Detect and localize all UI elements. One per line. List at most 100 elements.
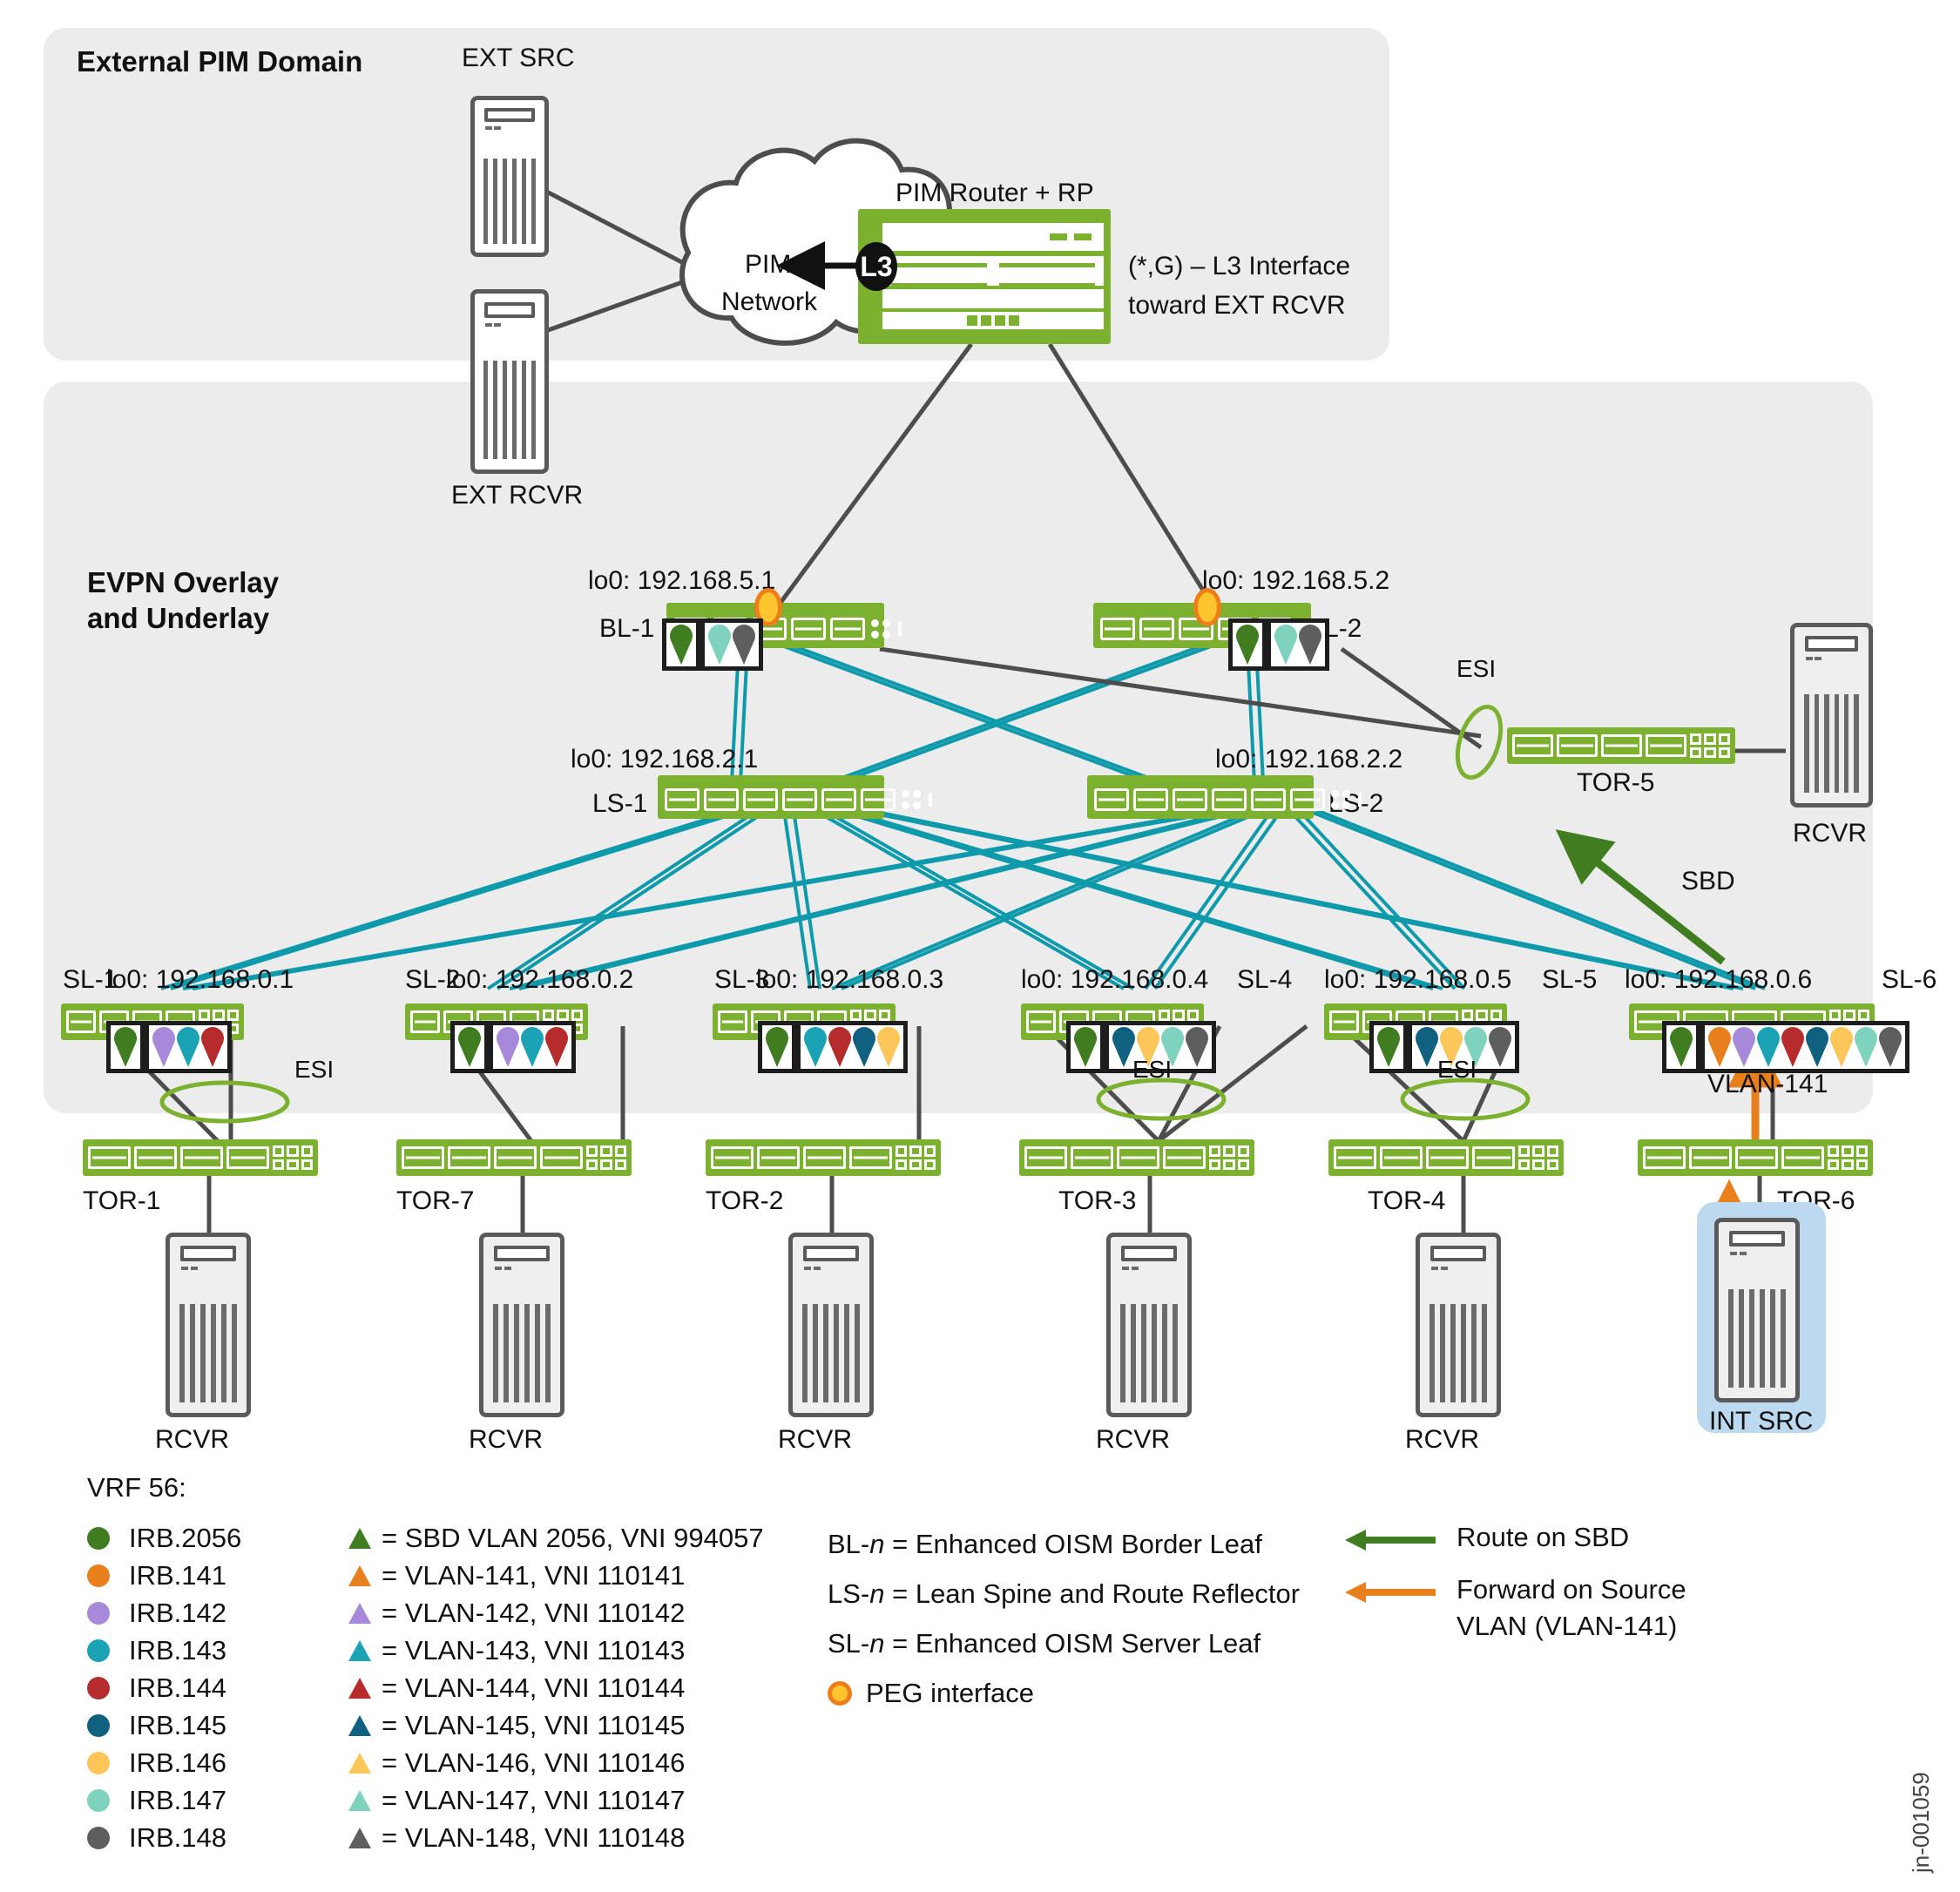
port-icon bbox=[1329, 1010, 1359, 1033]
vlan-marker-pin bbox=[1299, 625, 1321, 665]
server-led-icon bbox=[1730, 1252, 1738, 1256]
legend-arrow-column: Route on SBD Forward on Source VLAN (VLAN… bbox=[1342, 1519, 1794, 1645]
pim-router-device[interactable] bbox=[858, 209, 1111, 344]
vlan-color-triangle bbox=[348, 1789, 371, 1811]
sl-4-loopback: lo0: 192.168.0.4 bbox=[1021, 965, 1209, 994]
rcvr-label: RCVR bbox=[155, 1425, 230, 1454]
legend-arrow-icon bbox=[1345, 1582, 1436, 1603]
legend-irb-column: IRB.2056 IRB.141 IRB.142 IRB.143 IRB.144 IRB.… bbox=[87, 1519, 348, 1856]
tor-6-device[interactable] bbox=[1638, 1139, 1873, 1176]
port-icon bbox=[540, 1146, 583, 1169]
server-led-icon bbox=[1131, 1267, 1139, 1271]
tor-3-device[interactable] bbox=[1019, 1139, 1254, 1176]
legend-vlan-row: = SBD VLAN 2056, VNI 994057 bbox=[348, 1519, 828, 1557]
legend-irb-label: IRB.144 bbox=[129, 1672, 227, 1703]
sbd-flow-label: SBD bbox=[1681, 867, 1735, 895]
sl-3-markers bbox=[758, 1021, 908, 1073]
legend-arrow-label: Route on SBD bbox=[1456, 1522, 1630, 1552]
vlan-marker-pin bbox=[497, 1027, 519, 1067]
port-icon bbox=[1290, 788, 1325, 811]
legend-vlan-row: = VLAN-146, VNI 110146 bbox=[348, 1744, 828, 1781]
irb-color-dot bbox=[87, 1639, 110, 1662]
vlan-color-triangle bbox=[348, 1602, 371, 1624]
tor-1-device[interactable] bbox=[83, 1139, 318, 1176]
server-screen-icon bbox=[803, 1246, 859, 1262]
legend-vlan-row: = VLAN-144, VNI 110144 bbox=[348, 1669, 828, 1706]
port-icon bbox=[757, 1146, 800, 1169]
server-led-icon bbox=[485, 323, 492, 328]
vlan-marker-pin bbox=[1274, 625, 1297, 665]
peg-interface-bl-2 bbox=[1193, 588, 1221, 626]
legend-irb-row: IRB.144 bbox=[87, 1669, 348, 1706]
sl-6-markers bbox=[1662, 1021, 1909, 1073]
tor-2-device[interactable] bbox=[706, 1139, 941, 1176]
server-led-icon bbox=[493, 125, 501, 130]
vlan-marker-pin bbox=[670, 625, 693, 665]
legend-irb-row: IRB.145 bbox=[87, 1706, 348, 1744]
server-led-icon bbox=[190, 1267, 198, 1271]
tor-4-device[interactable] bbox=[1328, 1139, 1564, 1176]
uplink-ports-icon bbox=[1690, 733, 1730, 758]
vlan-marker-pin bbox=[766, 1027, 788, 1067]
sbd-marker-box bbox=[758, 1021, 796, 1073]
sl-2-markers bbox=[450, 1021, 576, 1073]
irb-color-dot bbox=[87, 1751, 110, 1774]
port-icon bbox=[1094, 788, 1129, 811]
port-icon bbox=[134, 1146, 177, 1169]
vlan-marker-pin bbox=[1489, 1027, 1511, 1067]
vlan-marker-pin bbox=[1236, 625, 1259, 665]
legend-vlan-label: = VLAN-148, VNI 110148 bbox=[382, 1821, 686, 1853]
uplink-ports-icon bbox=[586, 1145, 626, 1170]
server-vents-icon bbox=[802, 1303, 860, 1402]
sl-5-name: SL-5 bbox=[1542, 965, 1598, 994]
ls-1-device[interactable] bbox=[658, 775, 932, 819]
ls-2-device[interactable] bbox=[1087, 775, 1362, 819]
port-icon bbox=[1212, 788, 1247, 811]
sl-3-loopback: lo0: 192.168.0.3 bbox=[756, 965, 944, 994]
pim-router-label: PIM Router + RP bbox=[896, 179, 1094, 207]
sl-1-markers bbox=[106, 1021, 232, 1073]
legend-irb-row: IRB.142 bbox=[87, 1594, 348, 1632]
sbd-marker-box bbox=[662, 618, 700, 671]
port-icon bbox=[1426, 1146, 1469, 1169]
port-icon bbox=[803, 1146, 846, 1169]
legend-irb-label: IRB.145 bbox=[129, 1709, 227, 1740]
esi-label-tor4: ESI bbox=[1437, 1056, 1477, 1083]
port-icon bbox=[1646, 734, 1686, 757]
port-icon bbox=[226, 1146, 269, 1169]
server-vents-icon bbox=[493, 1303, 551, 1402]
legend-arrow-icon bbox=[1345, 1530, 1436, 1551]
legend-vlan-row: = VLAN-147, VNI 110147 bbox=[348, 1781, 828, 1819]
tor-5-device[interactable] bbox=[1507, 727, 1735, 764]
vlan-marker-pin bbox=[1830, 1027, 1853, 1067]
legend-vlan-row: = VLAN-143, VNI 110143 bbox=[348, 1632, 828, 1669]
vlan-marker-pin bbox=[521, 1027, 544, 1067]
l3-interface-badge: L3 bbox=[855, 242, 897, 291]
l3-annotation: (*,G) – L3 Interface toward EXT RCVR bbox=[1128, 247, 1350, 325]
l3-annotation-line2: toward EXT RCVR bbox=[1128, 291, 1346, 320]
sbd-marker-box bbox=[1228, 618, 1267, 671]
sbd-marker-box bbox=[1066, 1021, 1105, 1073]
status-leds-icon bbox=[1331, 790, 1350, 809]
legend-irb-label: IRB.2056 bbox=[129, 1522, 242, 1553]
tor-7-device[interactable] bbox=[396, 1139, 632, 1176]
vlan-marker-pin bbox=[177, 1027, 199, 1067]
vlan-color-triangle bbox=[348, 1527, 371, 1549]
vlan-marker-box bbox=[1700, 1021, 1909, 1073]
sl-1-loopback: lo0: 192.168.0.1 bbox=[106, 965, 294, 994]
server-screen-icon bbox=[494, 1246, 550, 1262]
legend-irb-row: IRB.148 bbox=[87, 1819, 348, 1856]
int-src-server bbox=[1714, 1218, 1800, 1402]
port-icon bbox=[1512, 734, 1553, 757]
port-icon bbox=[1026, 1010, 1056, 1033]
irb-color-dot bbox=[87, 1526, 110, 1550]
port-icon bbox=[821, 788, 856, 811]
server-vents-icon bbox=[179, 1303, 237, 1402]
sl-6-name: SL-6 bbox=[1882, 965, 1937, 994]
rcvr-label: RCVR bbox=[1096, 1425, 1171, 1454]
legend-vlan-label: = SBD VLAN 2056, VNI 994057 bbox=[382, 1522, 764, 1553]
legend-vlan-row: = VLAN-141, VNI 110141 bbox=[348, 1557, 828, 1594]
ext-rcvr-server bbox=[470, 289, 549, 474]
external-pim-domain-title: External PIM Domain bbox=[77, 45, 363, 78]
legend-irb-row: IRB.141 bbox=[87, 1557, 348, 1594]
